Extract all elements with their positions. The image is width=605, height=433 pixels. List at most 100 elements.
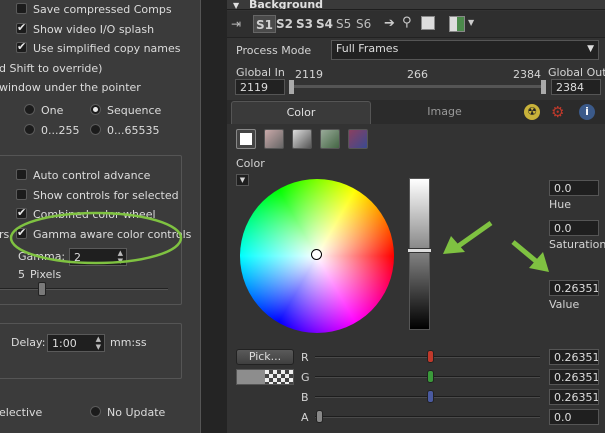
channel-g-label: G bbox=[301, 371, 310, 384]
global-out-label: Global Out bbox=[548, 66, 605, 79]
radio-0-255[interactable]: 0...255 bbox=[24, 124, 79, 137]
tool-title-bar[interactable]: ▼ Background bbox=[227, 0, 605, 10]
range-end: 2384 bbox=[513, 68, 541, 81]
hue-label: Hue bbox=[549, 198, 572, 211]
channel-g-field[interactable]: 0.26351: bbox=[549, 369, 599, 385]
global-out-field[interactable]: 2384 bbox=[551, 79, 601, 95]
channel-a-slider[interactable] bbox=[315, 416, 540, 418]
preferences-panel: Save compressed Comps Show video I/O spl… bbox=[0, 0, 200, 433]
dropdown-arrow-icon[interactable]: ▼ bbox=[468, 18, 474, 27]
highlight-ellipse-icon bbox=[9, 211, 183, 265]
collapse-arrow-icon[interactable]: ▼ bbox=[233, 1, 239, 9]
channel-b-thumb[interactable] bbox=[427, 390, 434, 403]
snap-icon[interactable]: ➔ bbox=[384, 16, 395, 31]
value-label: Value bbox=[549, 298, 580, 311]
channel-b-label: B bbox=[301, 391, 309, 404]
tab-color[interactable]: Color bbox=[231, 101, 371, 124]
value-field[interactable]: 0.26351: bbox=[549, 280, 599, 296]
delay-spinbox[interactable]: 1:00 ▲ ▼ bbox=[47, 334, 105, 352]
value-slider[interactable] bbox=[409, 178, 430, 330]
chevron-down-icon: ▼ bbox=[587, 44, 594, 54]
panel-divider[interactable] bbox=[200, 0, 227, 433]
global-range-slider[interactable] bbox=[292, 85, 542, 88]
auto-control-advance-checkbox[interactable]: Auto control advance bbox=[16, 169, 150, 182]
pin-icon[interactable]: ⇥ bbox=[231, 17, 241, 31]
radio-circle[interactable] bbox=[24, 104, 35, 115]
tab-image[interactable]: Image bbox=[377, 101, 512, 124]
show-video-io-splash-checkbox[interactable]: Show video I/O splash bbox=[16, 21, 154, 36]
color-preview bbox=[236, 369, 294, 385]
channel-r-field[interactable]: 0.26351: bbox=[549, 349, 599, 365]
checkbox-box[interactable] bbox=[16, 3, 27, 14]
show-controls-for-selected-checkbox[interactable]: Show controls for selected bbox=[16, 189, 179, 202]
swatch-gray[interactable] bbox=[292, 129, 312, 149]
background-tool-panel: ▼ Background ⇥ S1 S2 S3 S4 S5 S6 ➔ ⚲ ▼ P… bbox=[227, 0, 605, 433]
global-in-field[interactable]: 2119 bbox=[235, 79, 285, 95]
gear-icon[interactable]: ⚙ bbox=[551, 103, 564, 121]
radio-circle[interactable] bbox=[24, 124, 35, 135]
channel-r-thumb[interactable] bbox=[427, 350, 434, 363]
swatch-menu-icon[interactable] bbox=[449, 16, 465, 32]
range-start-handle[interactable] bbox=[289, 80, 294, 94]
range-start: 2119 bbox=[295, 68, 323, 81]
selective-label: elective bbox=[0, 406, 43, 419]
color-expand-icon[interactable]: ▼ bbox=[236, 174, 249, 186]
channel-b-field[interactable]: 0.26351: bbox=[549, 389, 599, 405]
radio-circle[interactable] bbox=[90, 104, 101, 115]
spin-arrows-icon[interactable]: ▲ ▼ bbox=[96, 335, 101, 351]
saturation-label: Saturation bbox=[549, 238, 605, 251]
radio-no-update[interactable]: No Update bbox=[90, 406, 165, 419]
channel-g-thumb[interactable] bbox=[427, 370, 434, 383]
s3-button[interactable]: S3 bbox=[296, 15, 313, 33]
checkbox-box[interactable] bbox=[16, 169, 27, 180]
checkbox-box[interactable] bbox=[16, 21, 27, 34]
checkbox-box[interactable] bbox=[16, 189, 27, 200]
pixels-slider-thumb[interactable] bbox=[38, 282, 46, 296]
radio-circle[interactable] bbox=[90, 406, 101, 417]
radio-one[interactable]: One bbox=[24, 104, 63, 117]
info-icon[interactable]: i bbox=[579, 104, 595, 120]
s5-button[interactable]: S5 bbox=[336, 15, 351, 33]
s2-button[interactable]: S2 bbox=[276, 15, 293, 33]
hue-field[interactable]: 0.0 bbox=[549, 180, 599, 196]
shift-override-text: d Shift to override) bbox=[0, 62, 103, 75]
swatch-green[interactable] bbox=[320, 129, 340, 149]
value-slider-handle[interactable] bbox=[407, 248, 432, 254]
color-label: Color bbox=[236, 157, 265, 170]
pick-button[interactable]: Pick... bbox=[236, 349, 294, 365]
pixels-slider-track[interactable] bbox=[0, 288, 168, 290]
save-compressed-comps-checkbox[interactable]: Save compressed Comps bbox=[16, 3, 172, 16]
channel-a-field[interactable]: 0.0 bbox=[549, 409, 599, 425]
color-wheel-cursor[interactable] bbox=[311, 249, 322, 260]
swatch-purple[interactable] bbox=[348, 129, 368, 149]
range-mid: 266 bbox=[407, 68, 428, 81]
process-mode-label: Process Mode bbox=[236, 44, 312, 57]
window-pointer-text: window under the pointer bbox=[0, 81, 141, 94]
delay-unit: mm:ss bbox=[110, 336, 147, 349]
node-link-icon[interactable]: ⚲ bbox=[402, 15, 412, 30]
tool-title: Background bbox=[249, 0, 324, 10]
range-end-handle[interactable] bbox=[541, 80, 546, 94]
s4-button[interactable]: S4 bbox=[316, 15, 333, 33]
radio-sequence[interactable]: Sequence bbox=[90, 104, 161, 117]
channel-r-label: R bbox=[301, 351, 309, 364]
global-in-label: Global In bbox=[236, 66, 285, 79]
radio-0-65535[interactable]: 0...65535 bbox=[90, 124, 159, 137]
radiation-icon[interactable]: ☢ bbox=[524, 104, 540, 120]
process-mode-dropdown[interactable]: Full Frames ▼ bbox=[331, 40, 599, 60]
checkbox-box[interactable] bbox=[16, 40, 27, 53]
radio-circle[interactable] bbox=[90, 124, 101, 135]
delay-label: Delay: bbox=[11, 336, 46, 349]
channel-a-thumb[interactable] bbox=[316, 410, 323, 423]
save-icon[interactable] bbox=[421, 16, 435, 30]
swatch-white[interactable] bbox=[236, 129, 256, 149]
use-simplified-copy-names-checkbox[interactable]: Use simplified copy names bbox=[16, 40, 181, 55]
s1-button[interactable]: S1 bbox=[253, 15, 276, 33]
saturation-field[interactable]: 0.0 bbox=[549, 220, 599, 236]
green-arrow-left-icon bbox=[443, 220, 493, 254]
s6-button[interactable]: S6 bbox=[356, 15, 371, 33]
swatch-pink[interactable] bbox=[264, 129, 284, 149]
channel-a-label: A bbox=[301, 411, 309, 424]
tool-toolbar: ⇥ S1 S2 S3 S4 S5 S6 ➔ ⚲ ▼ bbox=[227, 11, 605, 38]
tab-bar: Color Image ☢ ⚙ i bbox=[227, 100, 605, 124]
